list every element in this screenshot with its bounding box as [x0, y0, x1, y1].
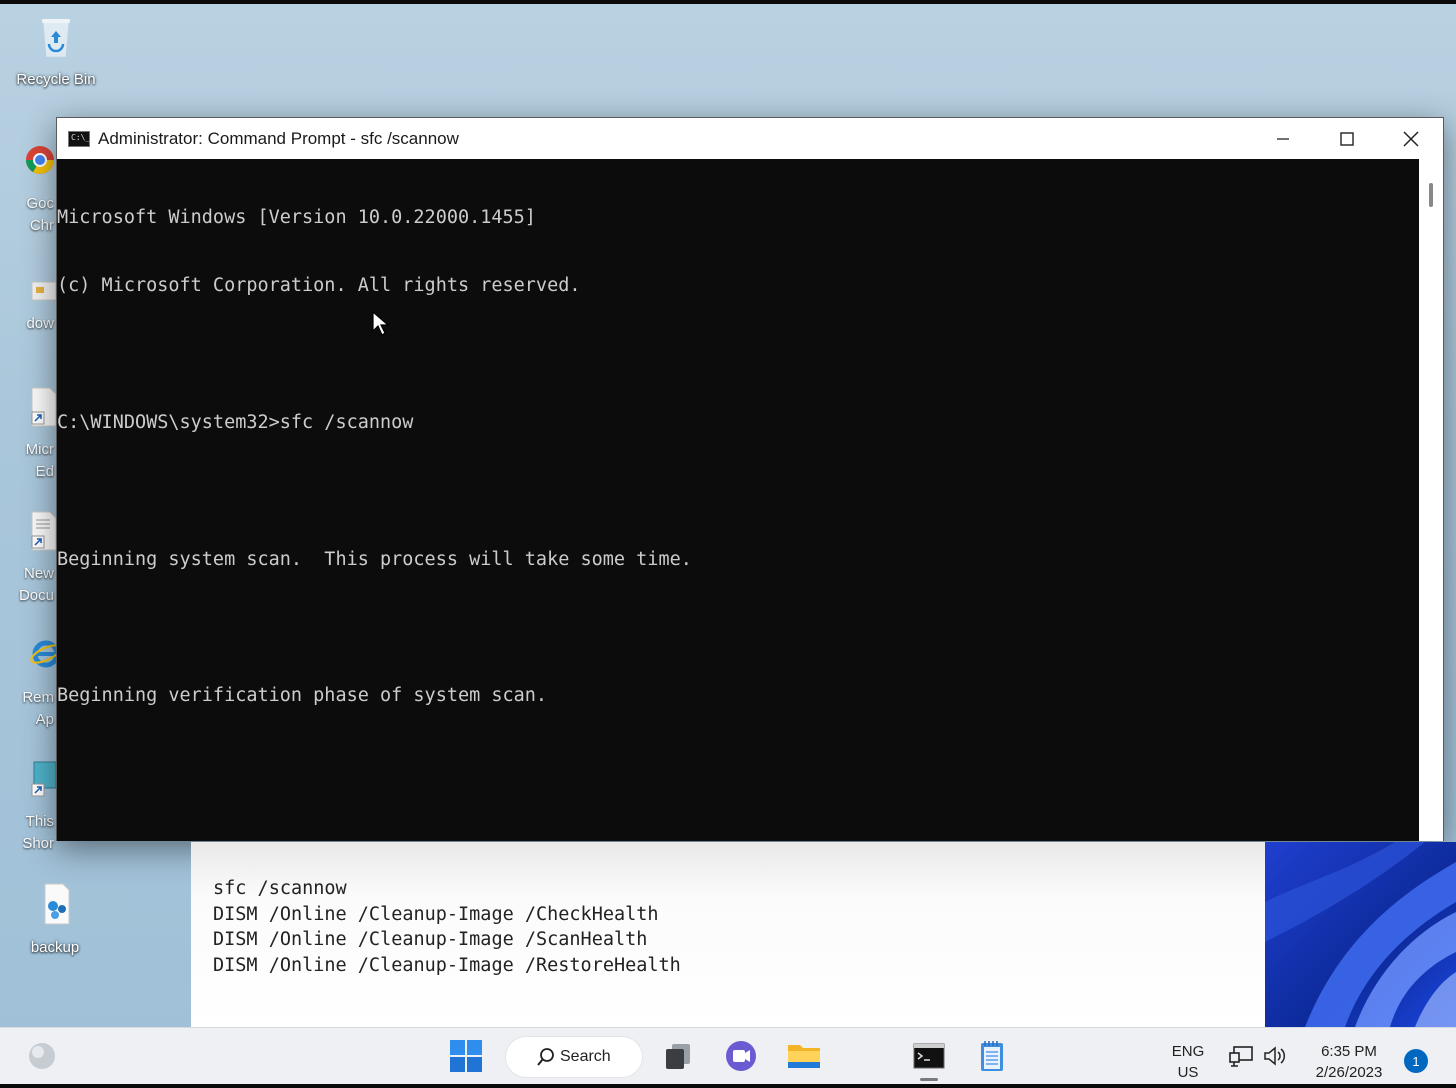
desktop-icon-label: Shor — [22, 835, 54, 852]
volume-icon — [1264, 1046, 1286, 1066]
backup-file-icon — [44, 883, 70, 925]
note-line: DISM /Online /Cleanup-Image /CheckHealth — [213, 904, 659, 925]
active-app-indicator — [920, 1078, 938, 1081]
console-line: Microsoft Windows [Version 10.0.22000.14… — [57, 206, 536, 228]
search-icon — [537, 1048, 554, 1066]
desktop-icon-label: Rem — [22, 689, 54, 706]
desktop-icon-label: Micr — [25, 441, 54, 458]
desktop-icon-download[interactable]: dow — [0, 280, 56, 340]
task-view-button[interactable] — [658, 1036, 698, 1076]
chrome-icon — [26, 146, 54, 174]
command-prompt-window[interactable]: C:\_ Administrator: Command Prompt - sfc… — [56, 117, 1444, 841]
shortcut-file-icon — [31, 387, 56, 427]
screen-frame-top — [0, 0, 1456, 4]
desktop-icon-recycle-bin[interactable]: Recycle Bin — [6, 14, 106, 91]
desktop-icon-label: This — [25, 813, 54, 830]
desktop-icon-label: dow — [26, 315, 54, 332]
console-scrollbar[interactable] — [1419, 159, 1443, 841]
window-title: Administrator: Command Prompt - sfc /sca… — [98, 128, 459, 148]
console-line: Beginning system scan. This process will… — [57, 548, 692, 570]
screen-frame-bottom — [0, 1084, 1456, 1088]
scrollbar-thumb[interactable] — [1429, 183, 1433, 207]
command-prompt-taskbar-button[interactable] — [908, 1036, 950, 1076]
region-code: US — [1177, 1064, 1199, 1081]
note-line: DISM /Online /Cleanup-Image /ScanHealth — [213, 929, 648, 950]
terminal-icon — [913, 1043, 945, 1069]
clock-time: 6:35 PM — [1321, 1043, 1377, 1060]
desktop-icon-remote-app[interactable]: Rem Ap — [0, 634, 56, 734]
windows-logo-icon — [450, 1040, 482, 1072]
desktop-icon-new-document[interactable]: New Docu — [0, 510, 56, 610]
notification-badge[interactable]: 1 — [1404, 1049, 1428, 1073]
wallpaper-bloom — [1265, 842, 1456, 1027]
volume-button[interactable] — [1260, 1036, 1290, 1076]
network-icon — [1229, 1046, 1253, 1067]
search-label: Search — [560, 1048, 611, 1065]
console-line: C:\WINDOWS\system32>sfc /scannow — [57, 411, 414, 433]
taskbar: Search ENG US 6:35 PM 2/26/2023 — [0, 1027, 1456, 1084]
desktop-icon-chrome[interactable]: Goc Chr — [0, 140, 56, 240]
desktop-icon-label: Chr — [29, 217, 54, 234]
folder-icon — [788, 1045, 820, 1068]
notepad-icon — [981, 1041, 1003, 1071]
task-view-icon — [666, 1044, 690, 1069]
console-line: Beginning verification phase of system s… — [57, 685, 548, 707]
file-explorer-button[interactable] — [784, 1036, 824, 1076]
command-prompt-icon: C:\_ — [68, 130, 90, 147]
note-line: DISM /Online /Cleanup-Image /RestoreHeal… — [213, 955, 681, 976]
window-titlebar[interactable]: C:\_ Administrator: Command Prompt - sfc… — [57, 118, 1443, 159]
desktop-icon-this-pc-shortcut[interactable]: This Shor — [0, 758, 56, 858]
desktop-icon-backup[interactable]: backup — [5, 882, 105, 959]
desktop-icon-edge[interactable]: Micr Ed — [0, 386, 56, 486]
language-indicator[interactable]: ENG US — [1164, 1041, 1212, 1083]
close-icon — [1403, 130, 1419, 147]
note-line: sfc /scannow — [213, 878, 347, 899]
notepad-button[interactable] — [972, 1036, 1012, 1076]
minimize-icon — [1277, 137, 1289, 140]
commands-note-panel: sfc /scannow DISM /Online /Cleanup-Image… — [191, 842, 1265, 1027]
desktop-icon-label: backup — [30, 939, 80, 956]
mouse-pointer-icon — [372, 311, 390, 336]
language-code: ENG — [1171, 1043, 1205, 1060]
minimize-button[interactable] — [1251, 118, 1315, 159]
document-icon — [31, 511, 56, 551]
console-output[interactable]: Microsoft Windows [Version 10.0.22000.14… — [57, 159, 1421, 841]
chat-button[interactable] — [721, 1036, 761, 1076]
close-button[interactable] — [1379, 118, 1443, 159]
weather-icon — [29, 1043, 55, 1069]
bloom-artwork-icon — [1265, 842, 1456, 1027]
recycle-bin-icon — [42, 19, 70, 57]
widgets-button[interactable] — [22, 1036, 62, 1076]
internet-explorer-icon — [30, 640, 56, 668]
desktop-icon-label: Ed — [35, 463, 54, 480]
taskbar-search[interactable]: Search — [506, 1037, 642, 1077]
start-button[interactable] — [446, 1036, 486, 1076]
desktop-icon-label: Recycle Bin — [16, 71, 96, 88]
desktop-icon-label: New — [23, 565, 54, 582]
maximize-icon — [1340, 131, 1354, 146]
desktop-icon-label: Goc — [26, 195, 54, 212]
clock-date: 2/26/2023 — [1315, 1064, 1383, 1081]
desktop-icon-label: Docu — [18, 587, 54, 604]
teams-chat-icon — [726, 1041, 756, 1071]
network-button[interactable] — [1226, 1036, 1256, 1076]
desktop-icon-label: Ap — [35, 711, 54, 728]
monitor-icon — [31, 761, 56, 797]
clock[interactable]: 6:35 PM 2/26/2023 — [1300, 1041, 1398, 1083]
file-icon — [31, 281, 56, 301]
maximize-button[interactable] — [1315, 118, 1379, 159]
console-line: (c) Microsoft Corporation. All rights re… — [57, 274, 581, 296]
